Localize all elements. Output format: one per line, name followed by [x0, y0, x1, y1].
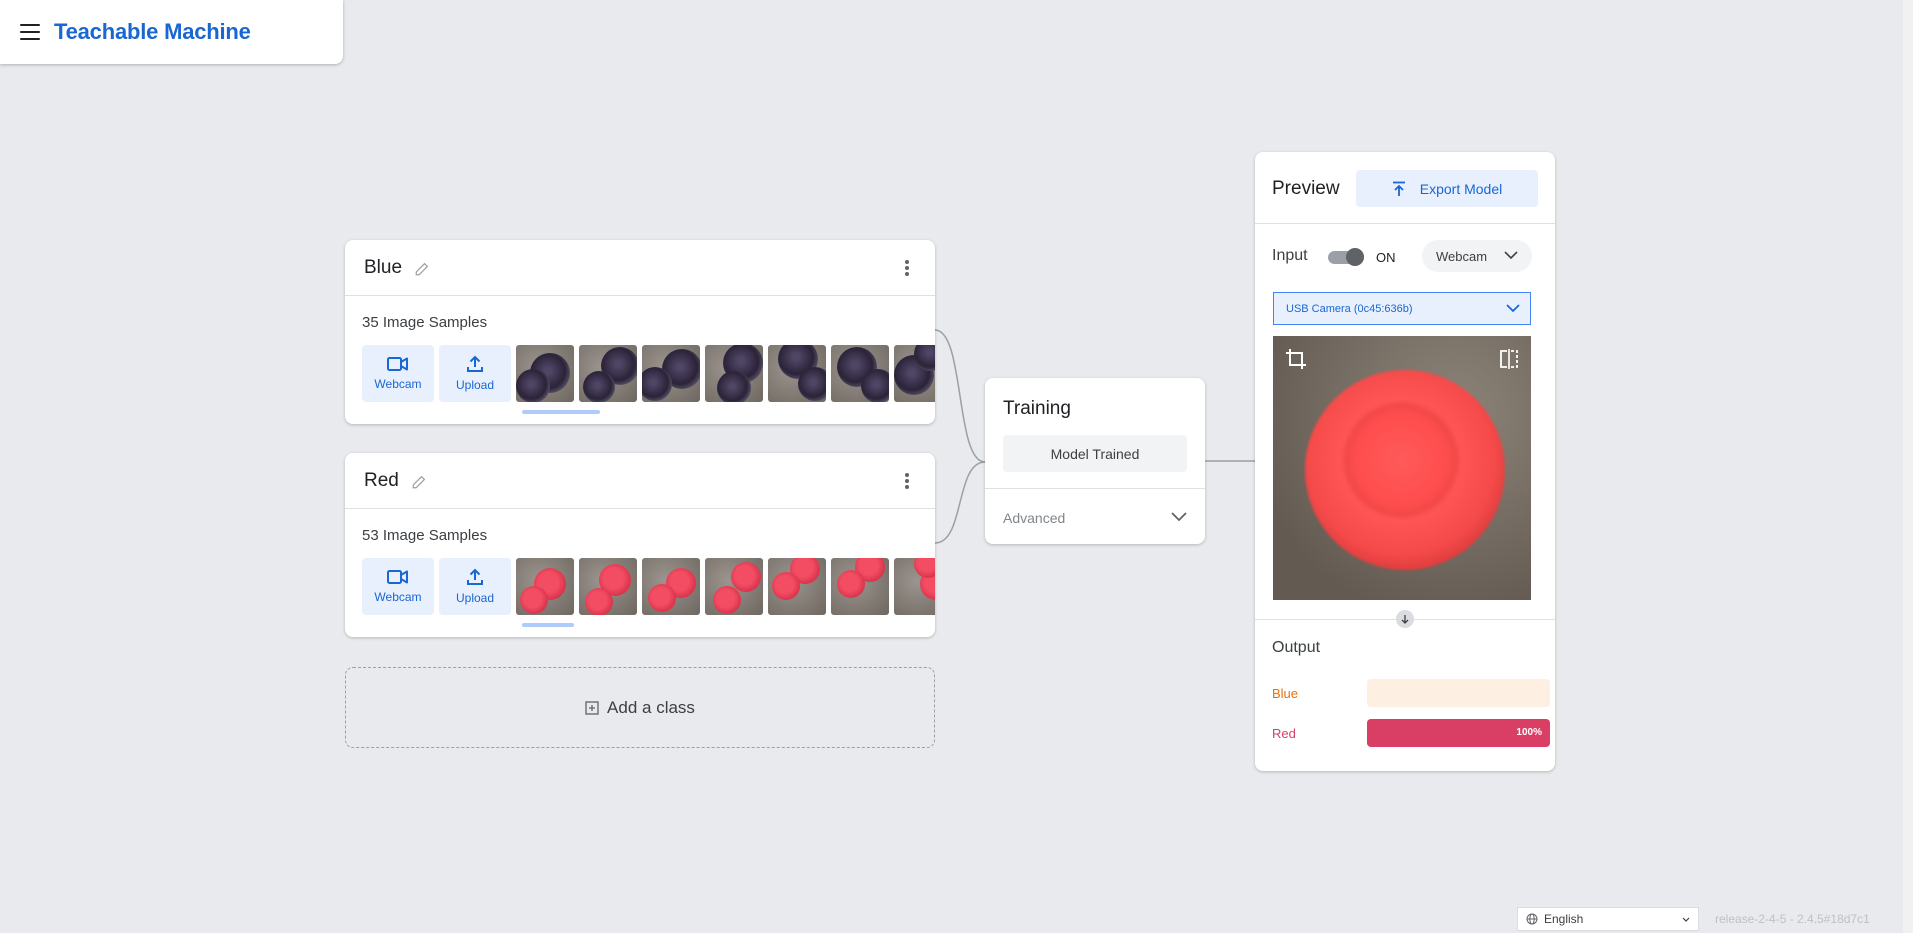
advanced-toggle[interactable]: Advanced [1003, 510, 1065, 526]
upload-button[interactable]: Upload [439, 345, 511, 402]
webcam-frame-image [1305, 370, 1505, 570]
sample-thumbnail[interactable] [768, 345, 826, 402]
confidence-bar [1367, 679, 1550, 707]
upload-icon [467, 568, 483, 585]
output-label: Output [1272, 639, 1321, 656]
pencil-icon[interactable] [411, 472, 429, 490]
camera-select-value: USB Camera (0c45:636b) [1286, 302, 1413, 315]
input-source-select[interactable]: Webcam [1422, 240, 1532, 272]
webcam-label: Webcam [374, 590, 422, 604]
page-scrollbar[interactable] [1903, 0, 1913, 933]
preview-title: Preview [1272, 178, 1340, 199]
output-class-name: Red [1272, 726, 1296, 741]
language-value: English [1544, 912, 1584, 926]
webcam-preview [1273, 336, 1531, 600]
sample-scroll-indicator[interactable] [522, 410, 600, 414]
class-name[interactable]: Blue [364, 257, 402, 279]
upload-icon [467, 355, 483, 372]
export-model-label: Export Model [1419, 180, 1503, 197]
app-header: Teachable Machine [0, 0, 343, 64]
video-camera-icon [387, 357, 408, 371]
toggle-state-label: ON [1376, 250, 1396, 265]
input-source-value: Webcam [1436, 248, 1488, 264]
sample-row: Webcam Upload [362, 558, 935, 615]
pencil-icon[interactable] [414, 259, 432, 277]
output-class-name: Blue [1272, 686, 1299, 701]
export-model-button[interactable]: Export Model [1356, 170, 1538, 207]
class-card-blue: Blue 35 Image Samples Webcam Upload [345, 240, 935, 424]
app-title[interactable]: Teachable Machine [54, 19, 251, 45]
sample-scroll-indicator[interactable] [522, 623, 574, 627]
sample-thumbnail[interactable] [642, 558, 700, 615]
globe-icon [1526, 913, 1538, 925]
upload-label: Upload [455, 378, 495, 392]
input-toggle[interactable] [1328, 248, 1364, 266]
sample-count: 35 Image Samples [362, 314, 488, 331]
output-row-blue: Blue [1272, 679, 1550, 707]
sample-thumbnail[interactable] [579, 558, 637, 615]
video-camera-icon [387, 570, 408, 584]
add-class-label: Add a class [607, 697, 695, 717]
class-card-red: Red 53 Image Samples Webcam Upload [345, 453, 935, 637]
sample-count: 53 Image Samples [362, 527, 488, 544]
webcam-label: Webcam [374, 377, 422, 391]
language-select[interactable]: English [1517, 907, 1699, 931]
sample-thumbnail[interactable] [894, 345, 935, 402]
sample-thumbnail[interactable] [831, 558, 889, 615]
more-options-icon[interactable] [905, 260, 909, 276]
upload-label: Upload [455, 591, 495, 605]
class-card-header: Blue [345, 240, 935, 296]
upload-button[interactable]: Upload [439, 558, 511, 615]
train-model-button[interactable]: Model Trained [1003, 435, 1187, 472]
confidence-percent: 100% [1516, 727, 1542, 738]
chevron-down-icon [1504, 251, 1518, 260]
arrow-down-icon [1396, 610, 1414, 628]
class-card-header: Red [345, 453, 935, 509]
camera-select[interactable]: USB Camera (0c45:636b) [1273, 292, 1531, 325]
sample-thumbnail[interactable] [894, 558, 935, 615]
sample-thumbnail[interactable] [768, 558, 826, 615]
class-name[interactable]: Red [364, 470, 399, 492]
flip-icon[interactable] [1499, 348, 1519, 370]
chevron-down-icon [1506, 304, 1520, 313]
sample-thumbnail[interactable] [516, 558, 574, 615]
webcam-button[interactable]: Webcam [362, 558, 434, 615]
upload-icon [1392, 181, 1405, 196]
chevron-down-icon [1682, 917, 1690, 922]
more-options-icon[interactable] [905, 473, 909, 489]
sample-thumbnail[interactable] [705, 558, 763, 615]
add-box-icon [585, 700, 599, 715]
sample-thumbnail[interactable] [705, 345, 763, 402]
sample-thumbnail[interactable] [831, 345, 889, 402]
output-row-red: Red 100% [1272, 719, 1550, 747]
crop-icon[interactable] [1285, 348, 1307, 370]
menu-icon[interactable] [20, 24, 40, 40]
training-card: Training Model Trained Advanced [985, 378, 1205, 544]
chevron-down-icon[interactable] [1171, 512, 1187, 522]
sample-thumbnail[interactable] [579, 345, 637, 402]
input-label: Input [1272, 247, 1308, 264]
webcam-button[interactable]: Webcam [362, 345, 434, 402]
training-title: Training [1003, 398, 1071, 419]
release-version: release-2-4-5 - 2.4.5#18d7c1 [1715, 912, 1870, 926]
connector-lines [934, 329, 1255, 544]
sample-thumbnail[interactable] [642, 345, 700, 402]
confidence-bar: 100% [1367, 719, 1550, 747]
sample-row: Webcam Upload [362, 345, 935, 402]
add-class-button[interactable]: Add a class [345, 667, 935, 748]
preview-card: Preview Export Model Input ON Webcam USB… [1255, 152, 1555, 771]
sample-thumbnail[interactable] [516, 345, 574, 402]
